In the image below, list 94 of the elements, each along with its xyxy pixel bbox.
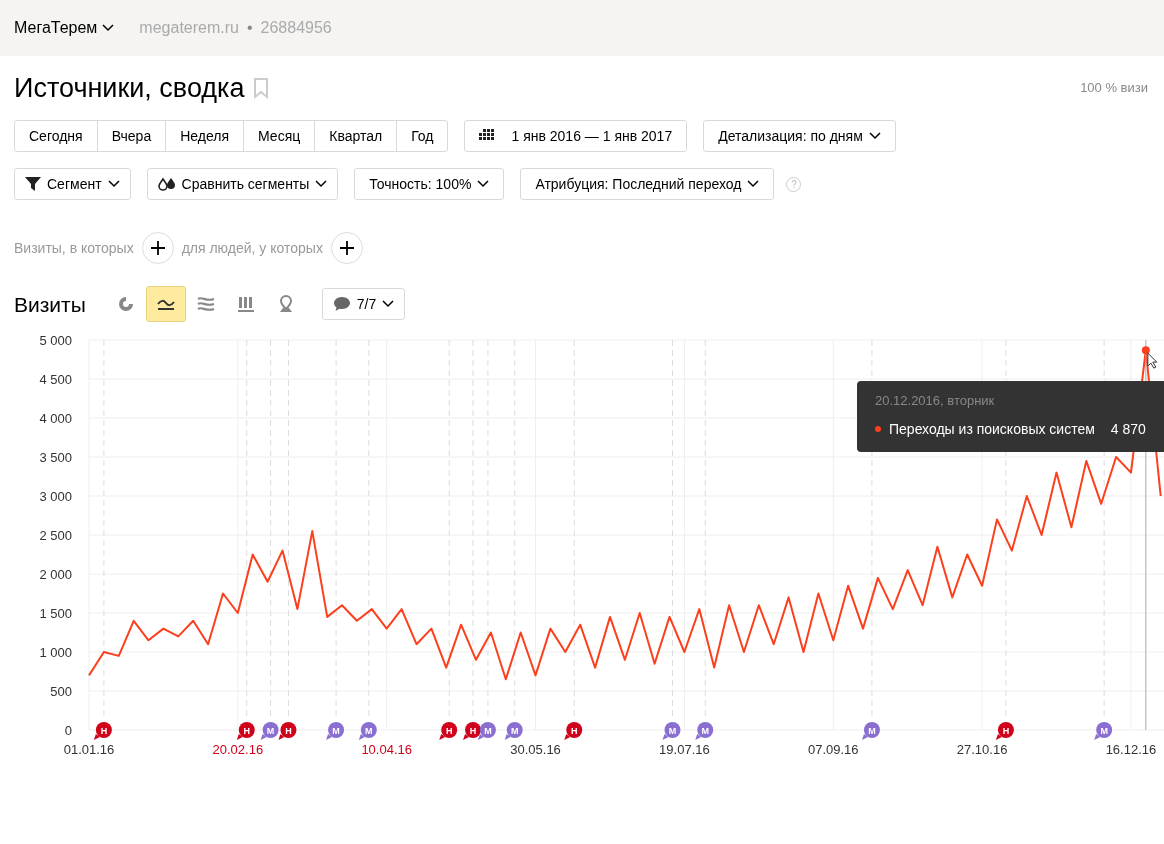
annotation: М: [868, 725, 876, 736]
annotation-marker[interactable]: М: [477, 722, 496, 741]
y-axis-label: 2 000: [39, 567, 72, 583]
filter-dropdown[interactable]: Сегмент: [14, 168, 131, 201]
annotation-marker[interactable]: Н: [439, 722, 458, 741]
annotation: М: [266, 725, 275, 736]
chevron-icon[interactable]: [101, 23, 116, 33]
x-axis-label: 01.01.16: [63, 742, 115, 758]
detail-dropdown[interactable]: Детализация: по дням: [703, 120, 896, 153]
date-range-button[interactable]: 1 янв 2016 — 1 янв 2017: [464, 120, 688, 153]
filter-dropdown[interactable]: Атрибуция: Последний переход: [520, 168, 775, 201]
period-button[interactable]: Год: [396, 120, 449, 153]
site-domain: megaterem.ru: [139, 18, 239, 38]
period-button[interactable]: Вчера: [96, 120, 167, 153]
counter-name[interactable]: МегаТерем: [14, 16, 98, 40]
annotation-marker[interactable]: М: [260, 722, 279, 741]
annotation-marker[interactable]: Н: [236, 722, 255, 741]
annotation: М: [1100, 725, 1108, 736]
x-axis-label: 20.02.16: [212, 742, 264, 758]
annotation: М: [332, 725, 340, 736]
drops-icon: [157, 177, 176, 192]
y-axis-label: 1 000: [39, 645, 72, 661]
sample-note: 100 % визи: [1080, 79, 1148, 98]
period-button[interactable]: Месяц: [243, 120, 316, 153]
filter-dropdown[interactable]: Сравнить сегменты: [146, 168, 339, 201]
chevron-icon: [868, 132, 881, 141]
annotation: Н: [285, 725, 292, 736]
annotation: Н: [100, 725, 108, 736]
annotation: Н: [445, 725, 453, 736]
annotation-marker[interactable]: Н: [278, 722, 297, 741]
annotation: М: [484, 725, 492, 736]
x-axis-label: 27.10.16: [956, 742, 1008, 758]
annotation-marker[interactable]: М: [326, 722, 345, 741]
chart-title: Визиты: [14, 291, 86, 318]
annotation-marker[interactable]: М: [695, 722, 714, 741]
funnel-icon: [25, 177, 41, 192]
annotation: Н: [1002, 725, 1010, 736]
annotation: Н: [243, 725, 251, 736]
annotation: Н: [469, 725, 477, 736]
condition-label: Визиты, в которых: [14, 238, 134, 258]
annotation: М: [668, 725, 677, 736]
bar-chart-icon: [235, 294, 256, 315]
period-button[interactable]: Квартал: [314, 120, 398, 153]
x-axis-label: 19.07.16: [659, 742, 710, 758]
chevron-icon: [477, 180, 490, 189]
annotation: М: [365, 725, 373, 736]
counter-id: 26884956: [260, 18, 332, 38]
plus-icon: [150, 241, 165, 256]
y-axis-label: 5 000: [39, 333, 72, 349]
filter-dropdown[interactable]: Точность: 100%: [354, 168, 505, 201]
y-axis-label: 3 500: [39, 450, 72, 466]
y-axis-label: 0: [64, 723, 72, 739]
annotation-marker[interactable]: Н: [995, 722, 1014, 741]
annotation-marker[interactable]: Н: [564, 722, 583, 741]
annotation-marker[interactable]: Н: [93, 722, 112, 741]
annotation: Н: [571, 725, 578, 736]
y-axis-label: 500: [50, 684, 72, 700]
chevron-icon: [382, 300, 395, 309]
chevron-icon: [315, 180, 328, 189]
y-axis-label: 1 500: [39, 606, 72, 622]
x-axis-label: 07.09.16: [807, 742, 859, 758]
cursor-icon: [1147, 353, 1158, 370]
y-axis-label: 4 500: [39, 372, 72, 388]
annotation-marker[interactable]: М: [504, 722, 523, 741]
y-axis-label: 2 500: [39, 528, 72, 544]
annotation-marker[interactable]: М: [1094, 722, 1113, 741]
annotation-marker[interactable]: М: [358, 722, 377, 741]
period-button[interactable]: Сегодня: [14, 120, 98, 153]
plus-icon: [339, 241, 354, 256]
chevron-icon: [107, 180, 120, 189]
separator-dot: •: [246, 18, 253, 38]
x-axis-label: 30.05.16: [510, 742, 561, 758]
y-axis-label: 4 000: [39, 411, 72, 427]
add-condition-button[interactable]: [330, 232, 363, 265]
condition-label: для людей, у которых: [181, 238, 323, 258]
chevron-icon: [747, 180, 760, 189]
annotation-marker[interactable]: Н: [463, 722, 482, 741]
y-axis-label: 3 000: [39, 489, 72, 505]
x-axis-label: 16.12.16: [1105, 742, 1157, 758]
hover-point: [1141, 346, 1150, 355]
period-button[interactable]: Неделя: [165, 120, 245, 153]
annotation: М: [701, 725, 709, 736]
annotation-marker[interactable]: М: [662, 722, 681, 741]
annotation-marker[interactable]: М: [861, 722, 880, 741]
tooltip-date: 20.12.2016, вторник: [875, 392, 996, 411]
tooltip-series: Переходы из поисковых систем: [889, 419, 1095, 439]
comments-dropdown[interactable]: 7/7: [321, 288, 406, 321]
add-condition-button[interactable]: [141, 232, 174, 265]
annotation: М: [510, 725, 519, 736]
tooltip-value: 4 870: [1110, 419, 1146, 439]
page-title: Источники, сводка: [14, 72, 245, 105]
x-axis-label: 10.04.16: [361, 742, 412, 758]
speech-bubble-icon: [332, 296, 351, 313]
chart-mode-button[interactable]: [145, 286, 186, 323]
